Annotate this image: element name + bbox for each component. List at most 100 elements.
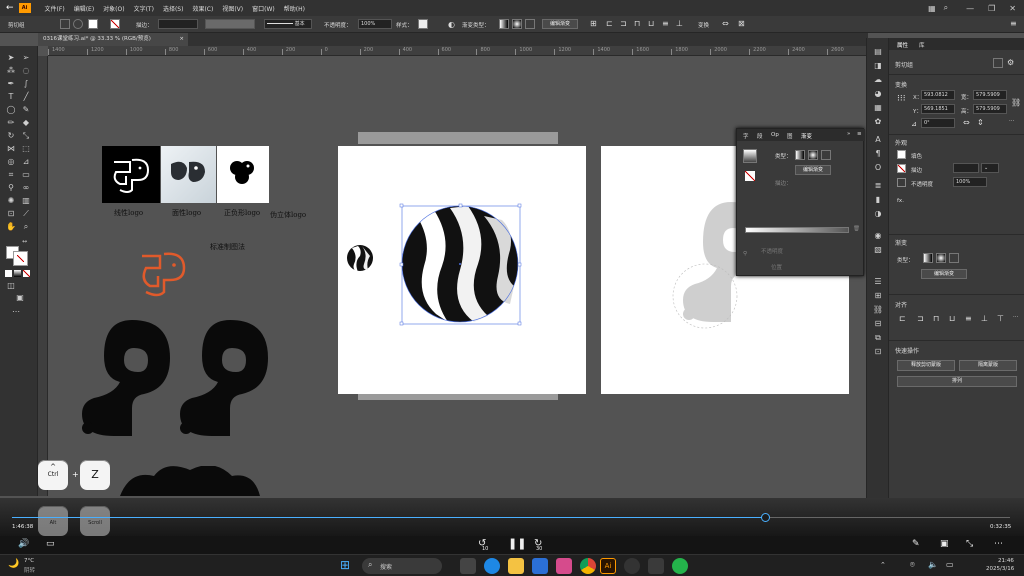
props-linear-button[interactable]: [923, 253, 933, 263]
squirrel-logo-2[interactable]: [172, 318, 270, 440]
fill-swatch[interactable]: [88, 19, 98, 29]
task-view-icon[interactable]: [460, 558, 476, 574]
stroke-gradient-swatch[interactable]: [745, 171, 755, 181]
blend-icon[interactable]: ∞: [20, 182, 32, 193]
shape-builder-icon[interactable]: ◎: [5, 156, 17, 167]
reference-point-icon[interactable]: ⁝⁝⁝: [897, 94, 906, 104]
eraser-icon[interactable]: ◆: [20, 117, 32, 128]
tab-character[interactable]: 字: [743, 132, 749, 140]
panel-menu-icon[interactable]: ≡: [1010, 19, 1017, 28]
wechat-icon[interactable]: [672, 558, 688, 574]
photos-icon[interactable]: [556, 558, 572, 574]
props-freeform-button[interactable]: [949, 253, 959, 263]
fx-label[interactable]: fx.: [897, 198, 904, 204]
clip-edit-button[interactable]: [60, 19, 70, 29]
draw-mode-icon[interactable]: ◫: [5, 280, 17, 291]
squirrel-logo-1[interactable]: [74, 318, 172, 440]
layers-stack-icon[interactable]: ☰: [872, 276, 884, 287]
graphic-styles-panel-icon[interactable]: ▧: [872, 244, 884, 255]
isolation-mode-button[interactable]: [993, 58, 1003, 68]
gradient-tool-icon[interactable]: ▭: [20, 169, 32, 180]
flip-horizontal-icon[interactable]: ⇔: [963, 118, 970, 127]
menu-type[interactable]: 文字(T): [134, 4, 154, 13]
grid-icon[interactable]: ▦: [928, 4, 936, 13]
rotate-icon[interactable]: ↻: [5, 130, 17, 141]
windows-start-icon[interactable]: ⊞: [340, 558, 350, 572]
edit-gradient-button[interactable]: 编辑渐变: [542, 19, 578, 29]
transparency-panel-icon[interactable]: ◑: [872, 208, 884, 219]
face-logo-thumb[interactable]: [161, 146, 216, 203]
minimize-icon[interactable]: —: [966, 4, 974, 13]
perspective-icon[interactable]: ⊿: [20, 156, 32, 167]
negative-logo-thumb[interactable]: [217, 146, 269, 203]
orange-outline-logo[interactable]: [136, 250, 196, 304]
type-tool-icon[interactable]: T: [5, 91, 17, 102]
color-mode-button[interactable]: [5, 270, 12, 277]
align-top-icon[interactable]: ⊔: [648, 19, 654, 28]
menu-view[interactable]: 视图(V): [222, 4, 243, 13]
menu-object[interactable]: 对象(O): [103, 4, 124, 13]
paragraph-panel-icon[interactable]: ¶: [872, 148, 884, 159]
h-field[interactable]: 579.5909: [973, 104, 1007, 114]
more-icon[interactable]: ⋯: [994, 539, 1003, 549]
lasso-icon[interactable]: ◌: [20, 65, 32, 76]
document-tab[interactable]: 0316课堂练习.ai* @ 33.33 % (RGB/预览) ×: [38, 33, 188, 46]
back-arrow-icon[interactable]: ←: [6, 3, 14, 13]
ai-app-icon[interactable]: Ai: [18, 3, 31, 13]
artboards-panel-icon[interactable]: ⊞: [872, 290, 884, 301]
file-explorer-icon[interactable]: [508, 558, 524, 574]
release-mask-button[interactable]: 释放剪切蒙版: [897, 360, 955, 371]
more-tools-icon[interactable]: ⋯: [10, 306, 22, 317]
pen-tool-icon[interactable]: ✒: [5, 78, 17, 89]
menu-edit[interactable]: 编辑(E): [74, 4, 94, 13]
curvature-icon[interactable]: ∫: [20, 78, 32, 89]
edit-pen-icon[interactable]: ✎: [912, 539, 920, 549]
gradient-preview-swatch[interactable]: [743, 149, 757, 163]
angle-field[interactable]: 0°: [921, 118, 955, 128]
gradient-panel-icon[interactable]: ▮: [872, 194, 884, 205]
color-panel-icon[interactable]: ◕: [872, 88, 884, 99]
libraries-panel-icon[interactable]: ☁: [872, 74, 884, 85]
align-icon[interactable]: ⊞: [590, 19, 597, 28]
tray-expand-icon[interactable]: ⌃: [880, 561, 886, 569]
panel-menu-icon[interactable]: ≡: [857, 131, 862, 137]
tab-opentype[interactable]: Op: [771, 132, 779, 138]
align-to-icon[interactable]: ⊏: [899, 314, 906, 323]
arrange-button[interactable]: 排列: [897, 376, 1017, 387]
clip-content-button[interactable]: [73, 19, 83, 29]
align-center-icon[interactable]: ⊐: [620, 19, 627, 28]
subtitles-icon[interactable]: ▭: [46, 539, 55, 549]
align-top-icon[interactable]: ≡: [965, 314, 972, 323]
isolate-mask-button[interactable]: 隔离蒙版: [959, 360, 1017, 371]
network-icon[interactable]: ⌾: [910, 560, 915, 570]
cast-icon[interactable]: ▣: [940, 539, 949, 549]
properties-panel-icon[interactable]: ▤: [872, 46, 884, 57]
mesh-icon[interactable]: ⌗: [5, 169, 17, 180]
opacity-field[interactable]: 100%: [358, 19, 392, 29]
x-field[interactable]: 593.0812: [921, 90, 955, 100]
menu-help[interactable]: 帮助(H): [284, 4, 305, 13]
edge-browser-icon[interactable]: [484, 558, 500, 574]
stroke-color-swatch[interactable]: [13, 251, 28, 266]
qq-icon[interactable]: [624, 558, 640, 574]
props-radial-button[interactable]: [936, 253, 946, 263]
screen-mode-icon[interactable]: ▣: [14, 292, 26, 303]
stroke-weight-small-field[interactable]: [953, 163, 979, 173]
stroke-swatch-small[interactable]: [897, 164, 906, 173]
ellipse-tool-icon[interactable]: ◯: [5, 104, 17, 115]
gradient-slider-bar[interactable]: [745, 227, 849, 233]
video-progress-knob[interactable]: [761, 513, 771, 522]
taskbar-search-box[interactable]: ⌕ 搜索: [362, 558, 442, 574]
search-icon[interactable]: ⌕: [944, 3, 948, 13]
tab-paragraph[interactable]: 段: [757, 132, 763, 140]
align-middle-icon[interactable]: ≡: [662, 19, 669, 28]
artboard-1[interactable]: [338, 146, 586, 394]
align-panel-icon[interactable]: ⊟: [872, 318, 884, 329]
line-tool-icon[interactable]: ╱: [20, 91, 32, 102]
swap-colors-icon[interactable]: ↔: [22, 238, 27, 245]
video-progress-track[interactable]: [12, 513, 1010, 522]
slice-icon[interactable]: ⟋: [20, 208, 32, 219]
linear-type-button[interactable]: [795, 150, 805, 160]
direct-selection-tool-icon[interactable]: ➢: [20, 52, 32, 63]
opentype-panel-icon[interactable]: O: [872, 162, 884, 173]
